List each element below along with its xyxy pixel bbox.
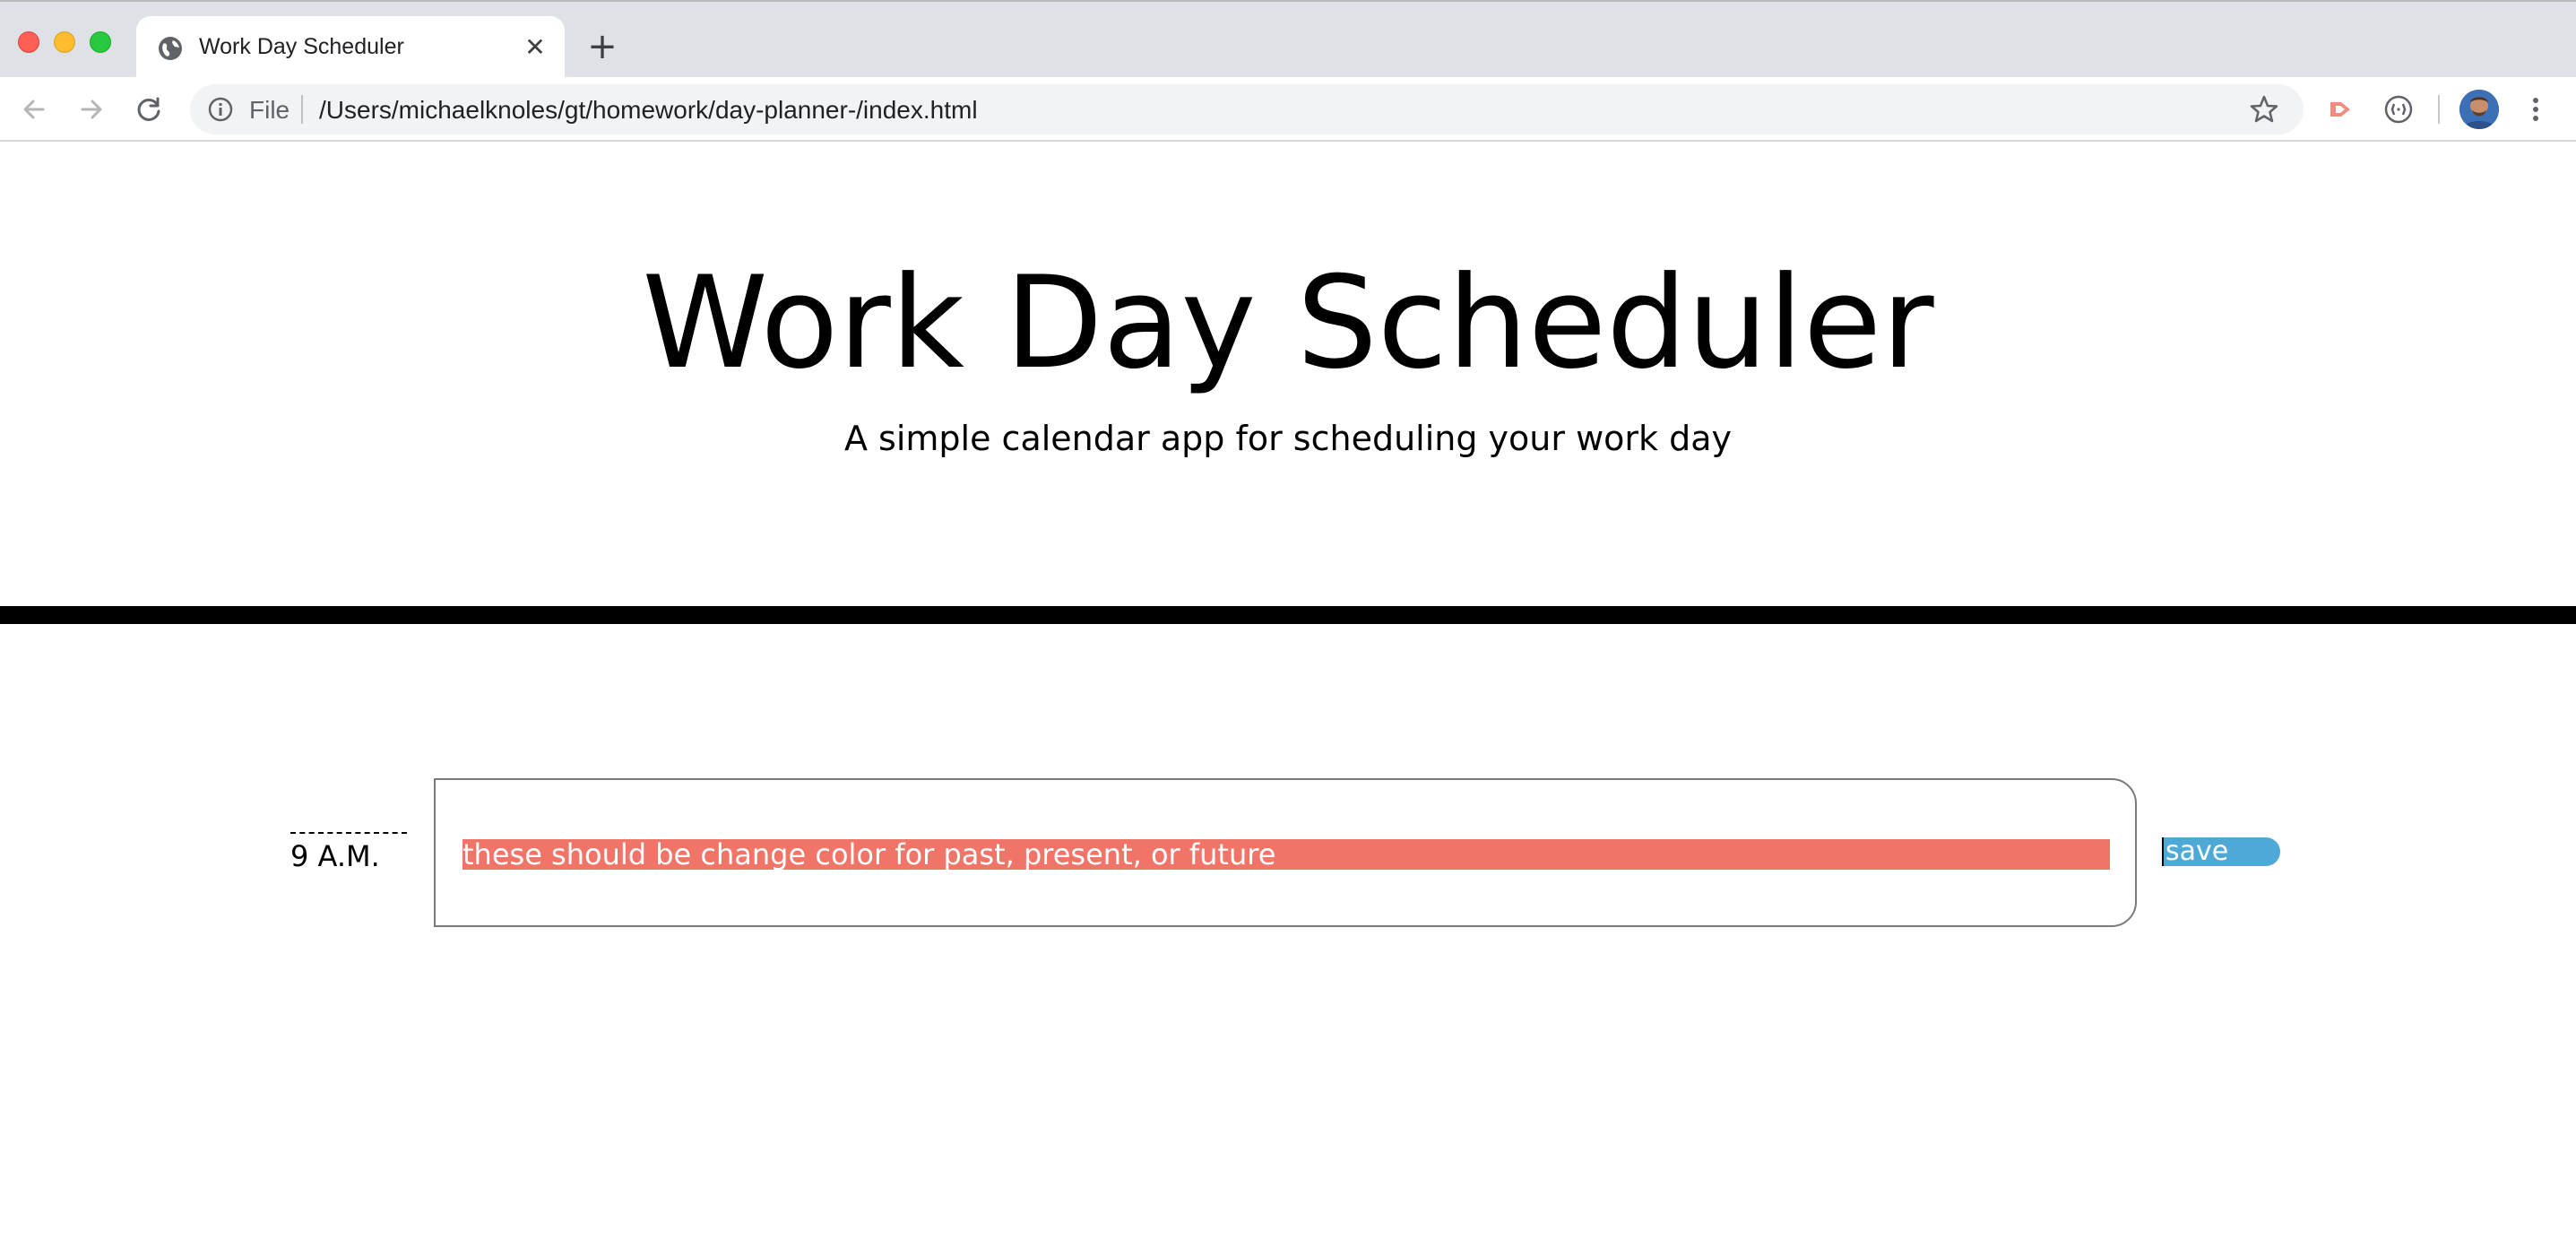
browser-toolbar: File /Users/michaelknoles/gt/homework/da… xyxy=(0,77,2576,142)
more-vert-icon[interactable] xyxy=(2522,91,2549,127)
close-icon[interactable]: ✕ xyxy=(522,34,549,61)
avatar[interactable] xyxy=(2459,90,2499,129)
info-icon[interactable] xyxy=(206,95,235,124)
star-icon[interactable] xyxy=(2248,93,2280,126)
plus-icon[interactable]: + xyxy=(584,29,620,65)
page-title: Work Day Scheduler xyxy=(642,249,1934,397)
extension-icon[interactable] xyxy=(2323,91,2359,127)
header-divider xyxy=(0,606,2576,624)
extension-icon[interactable] xyxy=(2381,91,2416,127)
window-zoom-button[interactable] xyxy=(90,31,111,53)
window-close-button[interactable] xyxy=(18,31,39,53)
browser-tab-active[interactable]: Work Day Scheduler ✕ xyxy=(136,16,565,79)
time-block-row: 9 A.M. these should be change color for … xyxy=(287,778,2286,927)
url-text[interactable]: /Users/michaelknoles/gt/homework/day-pla… xyxy=(319,96,978,125)
hour-label: 9 A.M. xyxy=(290,832,407,873)
toolbar-separator xyxy=(2438,95,2440,124)
address-bar[interactable]: File /Users/michaelknoles/gt/homework/da… xyxy=(190,84,2304,134)
description-text[interactable]: these should be change color for past, p… xyxy=(462,839,2110,870)
tab-title: Work Day Scheduler xyxy=(199,34,404,59)
description-textarea[interactable]: these should be change color for past, p… xyxy=(434,778,2137,927)
reload-icon[interactable] xyxy=(131,91,167,127)
back-arrow-icon[interactable] xyxy=(16,91,52,127)
omnibox-separator xyxy=(301,95,303,124)
window-minimize-button[interactable] xyxy=(54,31,75,53)
header-jumbotron: Work Day Scheduler A simple calendar app… xyxy=(0,143,2576,606)
page-subtitle: A simple calendar app for scheduling you… xyxy=(843,419,1733,458)
forward-arrow-icon[interactable] xyxy=(73,91,109,127)
browser-tab-strip: Work Day Scheduler ✕ + xyxy=(0,0,2576,79)
save-button[interactable]: save xyxy=(2162,837,2280,866)
url-scheme-label: File xyxy=(249,96,290,124)
globe-icon xyxy=(158,36,183,61)
